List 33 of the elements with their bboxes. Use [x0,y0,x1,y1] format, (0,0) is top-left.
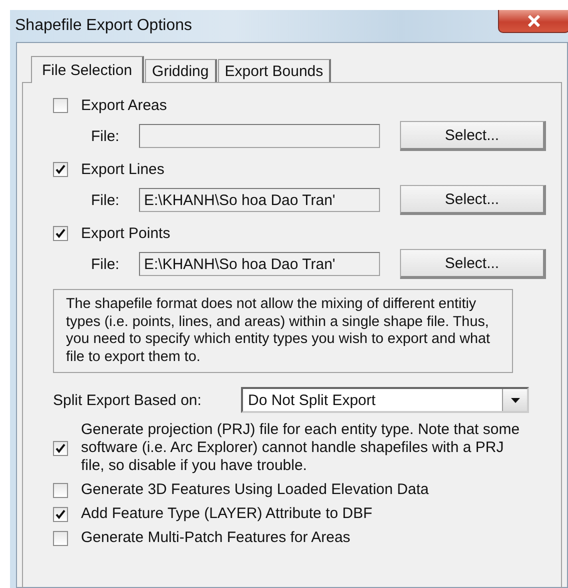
close-icon [527,15,541,27]
dropdown-arrow-icon [510,398,520,402]
checkbox[interactable] [53,530,68,546]
file-field[interactable]: E:\KHANH\So hoa Dao Tran' [139,188,380,212]
file-field[interactable] [139,124,380,148]
tab[interactable]: Gridding [145,59,217,82]
info-text: The shapefile format does not allow the mixing of different entitiy types (i.e. points, lines, and areas) within a single shape file. Thus, you need to specify which entity types you wish to export and what file to export them to. [53,289,513,373]
checkbox-label: Export Areas [81,96,167,114]
tab[interactable]: File Selection [31,56,144,83]
checkbox-label: Export Points [81,224,170,242]
checkbox-label: Generate Multi-Patch Features for Areas [81,529,350,547]
checkbox[interactable] [53,226,68,240]
checkbox-label: Export Lines [81,160,164,178]
checkbox[interactable] [53,506,68,522]
close-button[interactable] [498,10,568,33]
file-label: File: [91,192,120,208]
checkbox[interactable] [53,482,68,498]
checkbox[interactable] [53,98,68,112]
file-label: File: [91,256,120,272]
select-button[interactable]: Select... [400,249,546,279]
split-label: Split Export Based on: [53,392,202,408]
split-dropdown[interactable]: Do Not Split Export [241,387,529,413]
checkbox-label: Add Feature Type (LAYER) Attribute to DBF [81,505,372,523]
tab[interactable]: Export Bounds [218,59,332,82]
checkbox[interactable] [53,162,68,176]
file-field[interactable]: E:\KHANH\So hoa Dao Tran' [139,252,380,276]
checkbox-label: Generate 3D Features Using Loaded Elevation Data [81,481,429,499]
checkbox[interactable] [53,440,68,456]
window-title: Shapefile Export Options [15,17,192,35]
select-button[interactable]: Select... [400,185,546,215]
checkbox-label: Generate projection (PRJ) file for each entity type. Note that some software (i.e. Arc Explorer) cannot handle shapefiles with a PRJ file, so disable if you have trouble. [81,421,521,475]
select-button[interactable]: Select... [400,121,546,151]
file-label: File: [91,128,120,144]
